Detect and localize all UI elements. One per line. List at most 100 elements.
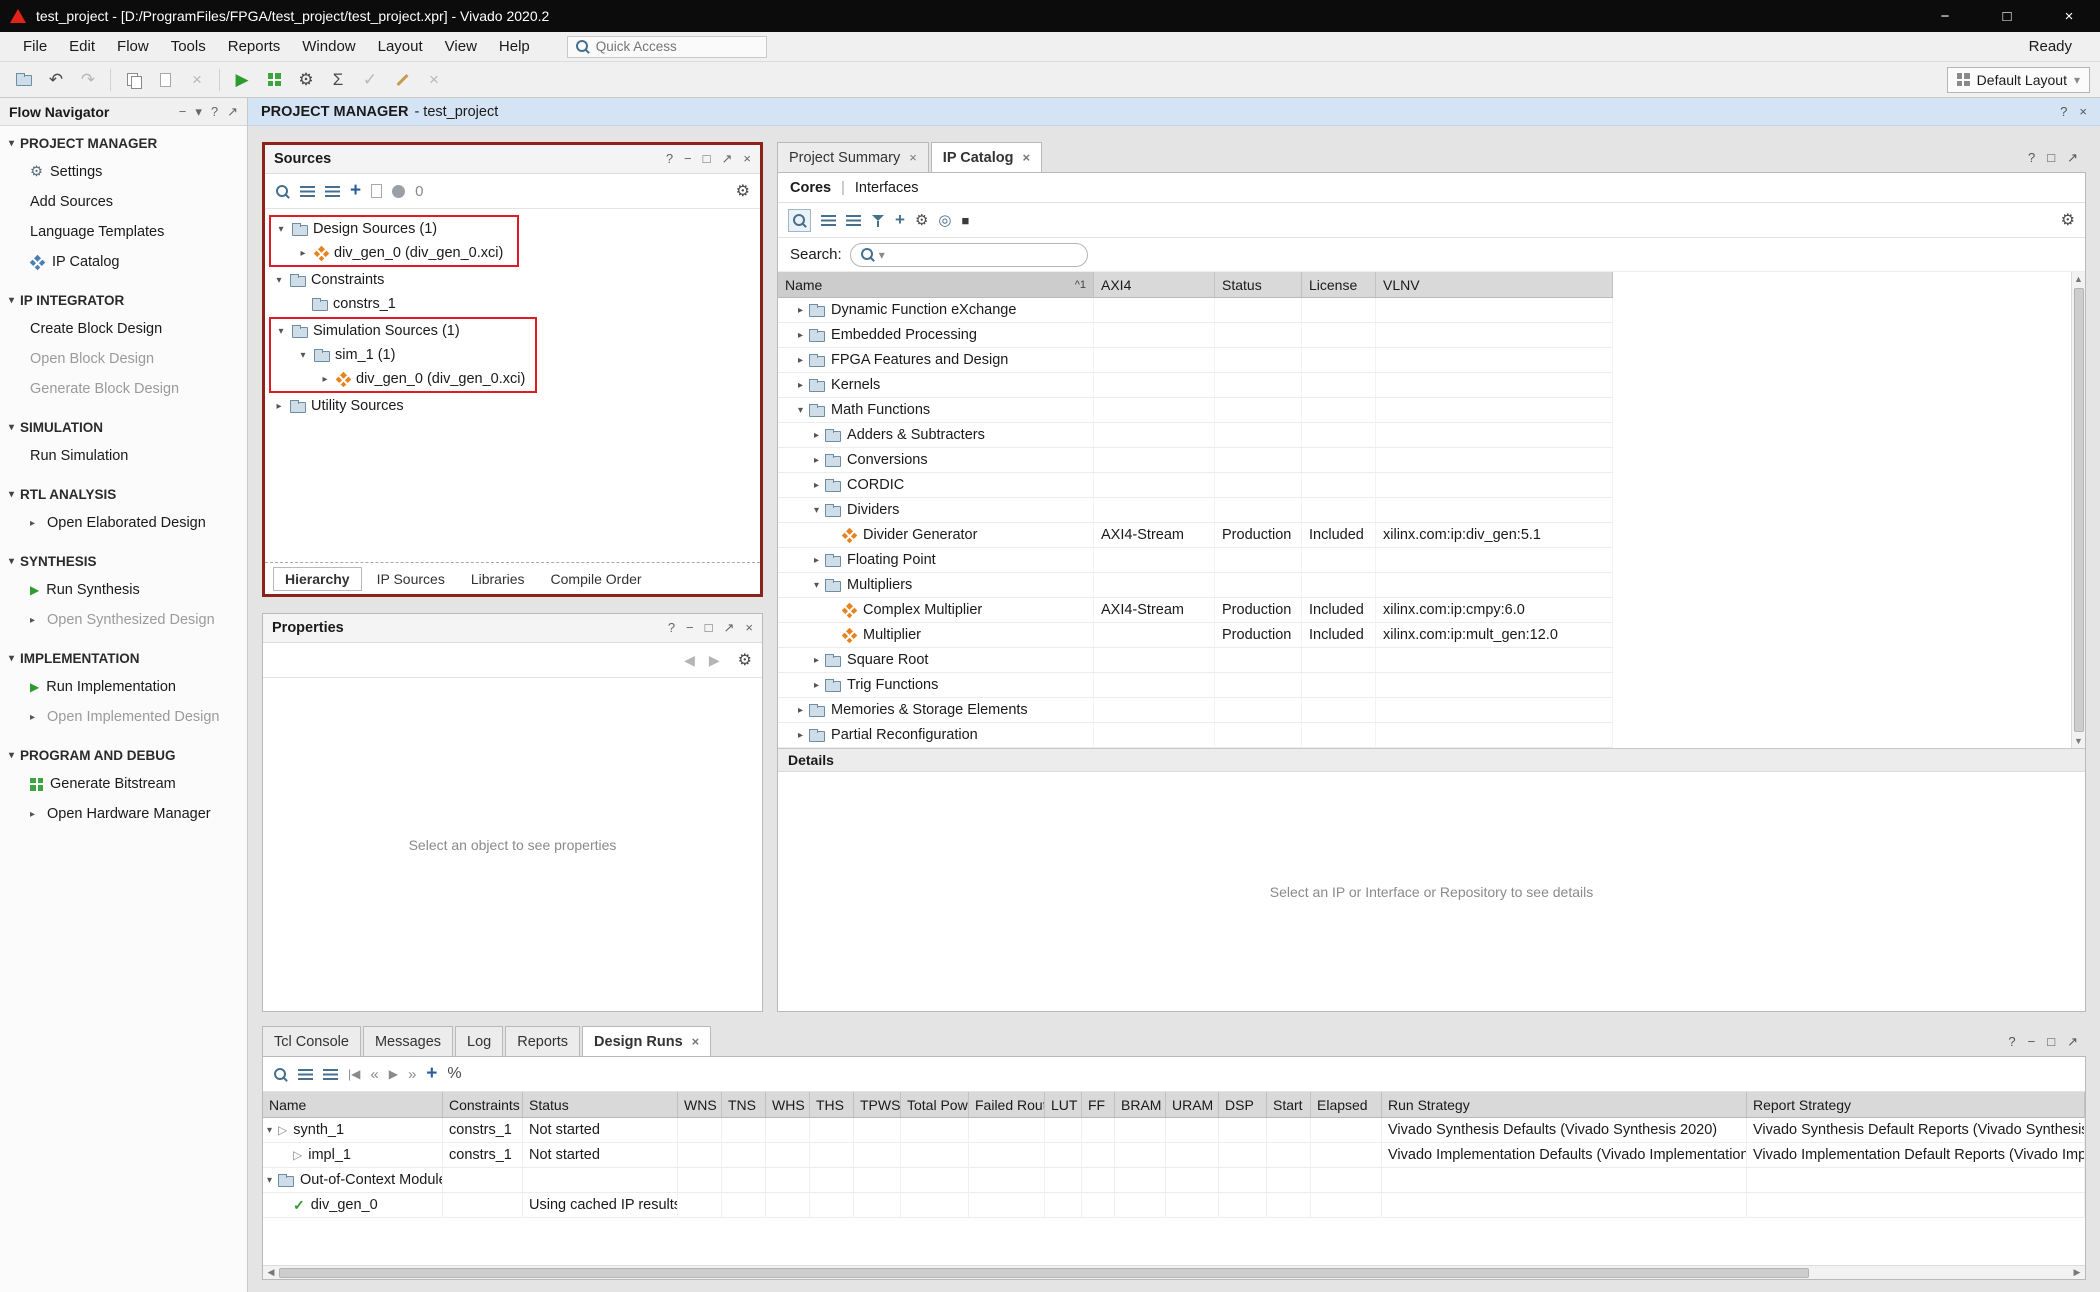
scrollbar-thumb[interactable] [279,1268,1809,1278]
catalog-row-conversions[interactable]: ▸Conversions [778,448,1613,473]
run-row-synth-1[interactable]: ▾ ▷ synth_1 constrs_1 Not started Vivado… [263,1118,2085,1143]
run-row-div-gen-0[interactable]: ✓ div_gen_0 Using cached IP results [263,1193,2085,1218]
chevron-right-icon[interactable]: ▸ [798,730,803,741]
section-ip-integrator[interactable]: ▾ IP INTEGRATOR [0,287,247,314]
catalog-row-square-root[interactable]: ▸Square Root [778,648,1613,673]
close-icon[interactable]: × [909,150,917,165]
column-header-vlnv[interactable]: VLNV [1376,272,1613,297]
tree-item-sim-1[interactable]: ▾ sim_1 (1) [271,343,535,367]
nav-item-add-sources[interactable]: Add Sources [0,187,247,217]
tree-item-div-gen-0-sim[interactable]: ▸ div_gen_0 (div_gen_0.xci) [271,367,535,391]
catalog-row-trig-functions[interactable]: ▸Trig Functions [778,673,1613,698]
column-header-uram[interactable]: URAM [1166,1092,1219,1117]
column-header-constraints[interactable]: Constraints [443,1092,523,1117]
percent-icon[interactable]: % [447,1065,461,1083]
target-icon[interactable]: ◎ [938,211,951,229]
column-header-tns[interactable]: TNS [722,1092,766,1117]
ip-settings-icon[interactable]: ⚙ [915,211,928,229]
sum-icon[interactable]: Σ [324,66,352,94]
redo-icon[interactable]: ↷ [74,66,102,94]
chevron-down-icon[interactable]: ▾ [273,275,285,286]
help-icon[interactable]: ? [2008,1034,2015,1050]
tree-item-design-sources[interactable]: ▾ Design Sources (1) [271,217,517,241]
nav-item-open-elaborated-design[interactable]: ▸ Open Elaborated Design [0,508,247,538]
tab-design-runs[interactable]: Design Runs × [582,1026,711,1056]
scroll-up-icon[interactable]: ▲ [2074,272,2083,286]
float-icon[interactable]: ↗ [2067,150,2078,166]
close-icon[interactable]: × [692,1034,700,1049]
column-header-lut[interactable]: LUT [1045,1092,1082,1117]
catalog-row-adders-subtracters[interactable]: ▸Adders & Subtracters [778,423,1613,448]
chevron-down-icon[interactable]: ▾ [275,326,287,337]
tree-item-constrs-1[interactable]: constrs_1 [269,292,760,316]
chevron-right-icon[interactable]: ▸ [814,680,819,691]
column-header-status[interactable]: Status [523,1092,678,1117]
nav-item-ip-catalog[interactable]: IP Catalog [0,247,247,277]
scroll-left-icon[interactable]: ◀ [263,1267,279,1278]
chevron-right-icon[interactable]: ▸ [798,305,803,316]
minimize-icon[interactable]: − [2028,1034,2036,1050]
scrollbar-thumb[interactable] [2074,288,2084,732]
skip-to-start-icon[interactable]: |◀ [348,1067,360,1081]
catalog-row-dynamic-function-exchange[interactable]: ▸Dynamic Function eXchange [778,298,1613,323]
filter-icon[interactable] [871,214,885,227]
create-run-icon[interactable]: + [426,1063,437,1085]
tab-libraries[interactable]: Libraries [460,568,536,590]
menu-reports[interactable]: Reports [217,32,292,61]
catalog-row-cordic[interactable]: ▸CORDIC [778,473,1613,498]
help-icon[interactable]: ? [2028,150,2035,166]
scroll-down-icon[interactable]: ▼ [2074,734,2083,748]
delete-icon[interactable]: × [183,66,211,94]
section-simulation[interactable]: ▾ SIMULATION [0,414,247,441]
catalog-row-complex-multiplier[interactable]: Complex Multiplier AXI4-Stream Productio… [778,598,1613,623]
run-row-impl-1[interactable]: ▷ impl_1 constrs_1 Not started Vivado Im… [263,1143,2085,1168]
paste-icon[interactable] [151,66,179,94]
expand-all-icon[interactable] [325,186,340,197]
search-icon[interactable] [273,1067,288,1082]
horizontal-scrollbar[interactable]: ◀ ▶ [263,1265,2085,1279]
tab-ip-sources[interactable]: IP Sources [366,568,456,590]
column-header-bram[interactable]: BRAM [1115,1092,1166,1117]
column-header-run-strategy[interactable]: Run Strategy [1382,1092,1747,1117]
catalog-row-partial-reconfiguration[interactable]: ▸Partial Reconfiguration [778,723,1613,748]
chevron-right-icon[interactable]: ▸ [814,480,819,491]
float-icon[interactable]: ↗ [2067,1034,2078,1050]
collapse-all-icon[interactable] [298,1069,313,1080]
add-ip-icon[interactable]: + [895,210,905,230]
nav-item-generate-bitstream[interactable]: Generate Bitstream [0,769,247,799]
column-header-ths[interactable]: THS [810,1092,854,1117]
column-header-wns[interactable]: WNS [678,1092,722,1117]
tab-project-summary[interactable]: Project Summary × [777,142,929,172]
catalog-row-embedded-processing[interactable]: ▸Embedded Processing [778,323,1613,348]
column-header-license[interactable]: License [1302,272,1376,297]
chevron-right-icon[interactable]: ▸ [273,401,285,412]
expand-all-icon[interactable] [323,1069,338,1080]
nav-item-run-implementation[interactable]: ▶ Run Implementation [0,672,247,702]
nav-item-open-synthesized-design[interactable]: ▸ Open Synthesized Design [0,605,247,635]
nav-item-generate-block-design[interactable]: Generate Block Design [0,374,247,404]
chevron-right-icon[interactable]: ▸ [814,555,819,566]
float-icon[interactable]: ↗ [724,620,735,636]
menu-layout[interactable]: Layout [367,32,434,61]
quick-access-search[interactable] [567,36,767,58]
window-maximize-button[interactable]: □ [1976,0,2038,32]
chevron-down-icon[interactable]: ▾ [267,1175,272,1186]
expand-all-icon[interactable] [846,215,861,226]
column-header-name[interactable]: Name ^1 [778,272,1094,297]
tab-ip-catalog[interactable]: IP Catalog × [931,142,1042,172]
chevron-right-icon[interactable]: ▸ [297,248,309,259]
close-x-icon[interactable]: × [420,66,448,94]
run-icon[interactable]: ▶ [389,1067,398,1081]
settings-gear-icon[interactable]: ⚙ [292,66,320,94]
chevron-right-icon[interactable]: ▸ [798,380,803,391]
maximize-icon[interactable]: □ [2047,150,2055,166]
catalog-row-math-functions[interactable]: ▾Math Functions [778,398,1613,423]
tree-item-constraints[interactable]: ▾ Constraints [269,268,760,292]
gear-icon[interactable]: ⚙ [738,650,752,670]
maximize-icon[interactable]: □ [705,620,713,636]
context-help-icon[interactable]: ? [2060,104,2067,119]
collapse-all-icon[interactable] [821,215,836,226]
chevron-right-icon[interactable]: ▸ [798,705,803,716]
nav-item-open-hardware-manager[interactable]: ▸ Open Hardware Manager [0,799,247,829]
tree-item-utility-sources[interactable]: ▸ Utility Sources [269,394,760,418]
